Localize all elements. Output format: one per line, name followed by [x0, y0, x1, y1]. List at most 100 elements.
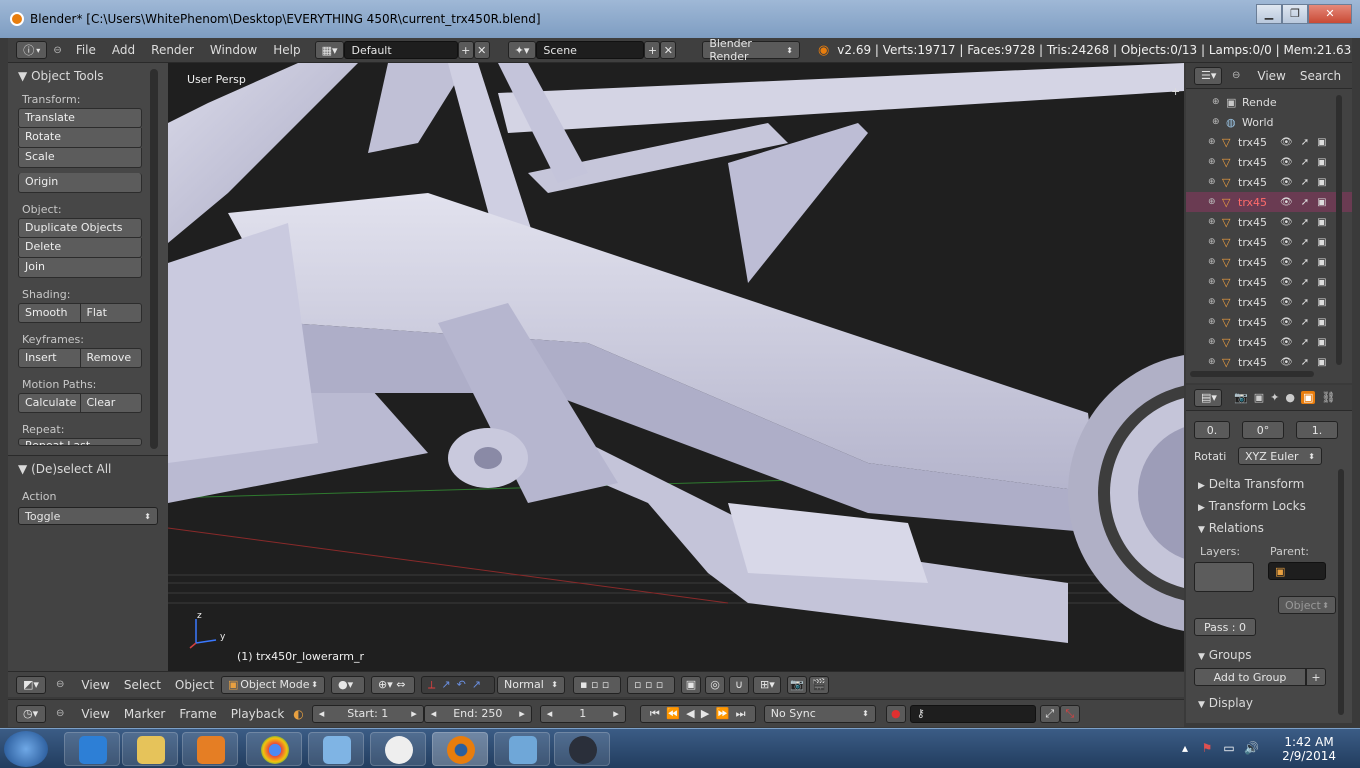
- layers-buttons-2[interactable]: ▫ ▫ ▫: [627, 675, 675, 694]
- jump-end-icon[interactable]: ⏭: [736, 707, 746, 721]
- visibility-eye-icon[interactable]: 👁: [1280, 357, 1293, 368]
- mode-select[interactable]: ▣ Object Mode ⬍: [221, 675, 325, 694]
- display-panel[interactable]: ▼ Display: [1186, 692, 1352, 714]
- outliner-row[interactable]: ⊕ ▽ trx45 👁 ➚ ▣: [1186, 272, 1352, 292]
- parent-type-select[interactable]: Object ⬍: [1278, 596, 1336, 614]
- renderability-camera-icon[interactable]: ▣: [1317, 357, 1326, 368]
- collapse-menu-icon[interactable]: ⊖: [56, 708, 64, 719]
- outliner-row[interactable]: ⊕ ▽ trx45 👁 ➚ ▣: [1186, 212, 1352, 232]
- manipulator-toggles[interactable]: ⟂ ↗ ↶ ↗: [421, 675, 495, 694]
- maximize-button[interactable]: ❐: [1282, 4, 1308, 24]
- origin-button[interactable]: Origin: [18, 173, 142, 193]
- outliner-row[interactable]: ⊕ ▽ trx45 👁 ➚ ▣: [1186, 172, 1352, 192]
- volume-icon[interactable]: 🔊: [1244, 741, 1259, 755]
- renderability-camera-icon[interactable]: ▣: [1317, 257, 1326, 268]
- selectability-cursor-icon[interactable]: ➚: [1301, 217, 1309, 228]
- expand-toggle-icon[interactable]: ⊕: [1208, 257, 1222, 267]
- outliner-row[interactable]: ⊕ ▽ trx45 👁 ➚ ▣: [1186, 312, 1352, 332]
- renderability-camera-icon[interactable]: ▣: [1317, 197, 1326, 208]
- visibility-eye-icon[interactable]: 👁: [1280, 297, 1293, 308]
- duplicate-objects-button[interactable]: Duplicate Objects: [18, 218, 142, 238]
- outliner-row[interactable]: ⊕ ▣ Rende: [1186, 92, 1352, 112]
- parent-field[interactable]: ▣: [1268, 562, 1326, 580]
- visibility-eye-icon[interactable]: 👁: [1280, 197, 1293, 208]
- taskbar-internet-explorer[interactable]: [64, 732, 120, 766]
- add-group-plus-button[interactable]: +: [1306, 668, 1326, 686]
- keying-set-field[interactable]: ⚷: [909, 704, 1036, 723]
- timeline-menu-view[interactable]: View: [74, 707, 116, 721]
- value-field-3[interactable]: 1.: [1296, 421, 1338, 439]
- clear-paths-button[interactable]: Clear: [80, 393, 142, 413]
- scene-icon[interactable]: ✦▾: [507, 41, 537, 59]
- outliner-row[interactable]: ⊕ ▽ trx45 👁 ➚ ▣: [1186, 232, 1352, 252]
- transform-locks-panel[interactable]: ▶ Transform Locks: [1186, 495, 1352, 517]
- menu-window[interactable]: Window: [202, 43, 265, 57]
- render-engine-select[interactable]: Blender Render ⬍: [702, 37, 800, 63]
- renderability-camera-icon[interactable]: ▣: [1317, 177, 1326, 188]
- action-center-icon[interactable]: ⚑: [1200, 741, 1214, 755]
- play-reverse-icon[interactable]: ◀: [686, 707, 694, 720]
- selectability-cursor-icon[interactable]: ➚: [1301, 177, 1309, 188]
- constraints-tab-icon[interactable]: ⛓: [1321, 391, 1335, 404]
- sync-mode-select[interactable]: No Sync ⬍: [763, 704, 876, 723]
- expand-toggle-icon[interactable]: ⊕: [1208, 277, 1222, 287]
- transform-orientation-select[interactable]: Normal ⬍: [497, 675, 565, 694]
- pivot-point-select[interactable]: ⊕▾ ⇔: [371, 675, 415, 694]
- 3d-viewport[interactable]: User Persp (1) trx450r_lowerarm_r y z +: [168, 63, 1184, 671]
- editor-type-info-button[interactable]: ⓘ ▾: [16, 41, 48, 59]
- network-icon[interactable]: ▭: [1222, 741, 1236, 755]
- visibility-eye-icon[interactable]: 👁: [1280, 217, 1293, 228]
- properties-scrollbar[interactable]: [1338, 469, 1344, 715]
- tool-shelf-scrollbar[interactable]: [150, 69, 158, 449]
- renderability-camera-icon[interactable]: ▣: [1317, 217, 1326, 228]
- delete-screen-button[interactable]: ✕: [473, 41, 490, 59]
- snap-toggle-icon[interactable]: ∪: [729, 675, 749, 694]
- editor-type-properties-button[interactable]: ▤▾: [1194, 388, 1222, 407]
- visibility-eye-icon[interactable]: 👁: [1280, 157, 1293, 168]
- taskbar-media-player[interactable]: [182, 732, 238, 766]
- outliner-row[interactable]: ⊕ ▽ trx45 👁 ➚ ▣: [1186, 352, 1352, 372]
- preview-range-icon[interactable]: ◐: [293, 707, 303, 721]
- collapse-menu-icon[interactable]: ⊖: [56, 679, 64, 690]
- taskbar-chrome[interactable]: [246, 732, 302, 766]
- collapse-menu-icon[interactable]: ⊖: [53, 45, 61, 56]
- visibility-eye-icon[interactable]: 👁: [1280, 237, 1293, 248]
- scene-field[interactable]: Scene: [536, 41, 645, 59]
- layers-grid[interactable]: [1194, 562, 1254, 592]
- jump-start-icon[interactable]: ⏮: [650, 707, 660, 721]
- repeat-last-button[interactable]: Repeat Last: [18, 438, 142, 446]
- menu-add[interactable]: Add: [104, 43, 143, 57]
- layer-lock-icon[interactable]: ▣: [681, 675, 701, 694]
- renderability-camera-icon[interactable]: ▣: [1317, 317, 1326, 328]
- object-tab-icon[interactable]: ▣: [1300, 391, 1316, 404]
- start-button[interactable]: [4, 731, 48, 767]
- render-tab-icon[interactable]: 📷: [1234, 391, 1248, 404]
- renderability-camera-icon[interactable]: ▣: [1317, 337, 1326, 348]
- expand-toggle-icon[interactable]: ⊕: [1208, 137, 1222, 147]
- expand-toggle-icon[interactable]: ⊕: [1212, 117, 1226, 127]
- outliner-search-menu[interactable]: Search: [1293, 69, 1348, 83]
- outliner-row[interactable]: ⊕ ▽ trx45 👁 ➚ ▣: [1186, 132, 1352, 152]
- expand-toggle-icon[interactable]: ⊕: [1208, 217, 1222, 227]
- operator-panel-header[interactable]: ▼ (De)select All: [8, 456, 168, 482]
- renderability-camera-icon[interactable]: ▣: [1317, 157, 1326, 168]
- start-frame-field[interactable]: ◂ Start: 1 ▸: [311, 704, 424, 723]
- snap-element-select[interactable]: ⊞▾: [753, 675, 781, 694]
- add-to-group-button[interactable]: Add to Group: [1194, 668, 1306, 686]
- outliner-view-menu[interactable]: View: [1250, 69, 1292, 83]
- groups-panel[interactable]: ▼ Groups: [1186, 644, 1352, 666]
- expand-toggle-icon[interactable]: ⊕: [1208, 197, 1222, 207]
- value-field-2[interactable]: 0°: [1242, 421, 1284, 439]
- outliner-row[interactable]: ⊕ ▽ trx45 👁 ➚ ▣: [1186, 192, 1352, 212]
- translate-button[interactable]: Translate: [18, 108, 142, 128]
- menu-help[interactable]: Help: [265, 43, 308, 57]
- expand-toggle-icon[interactable]: ⊕: [1212, 97, 1226, 107]
- expand-toggle-icon[interactable]: ⊕: [1208, 237, 1222, 247]
- outliner-row[interactable]: ⊕ ▽ trx45 👁 ➚ ▣: [1186, 292, 1352, 312]
- selectability-cursor-icon[interactable]: ➚: [1301, 257, 1309, 268]
- visibility-eye-icon[interactable]: 👁: [1280, 257, 1293, 268]
- add-screen-button[interactable]: +: [457, 41, 474, 59]
- visibility-eye-icon[interactable]: 👁: [1280, 317, 1293, 328]
- value-field-1[interactable]: 0.: [1194, 421, 1230, 439]
- pass-index-field[interactable]: Pass : 0: [1194, 618, 1256, 636]
